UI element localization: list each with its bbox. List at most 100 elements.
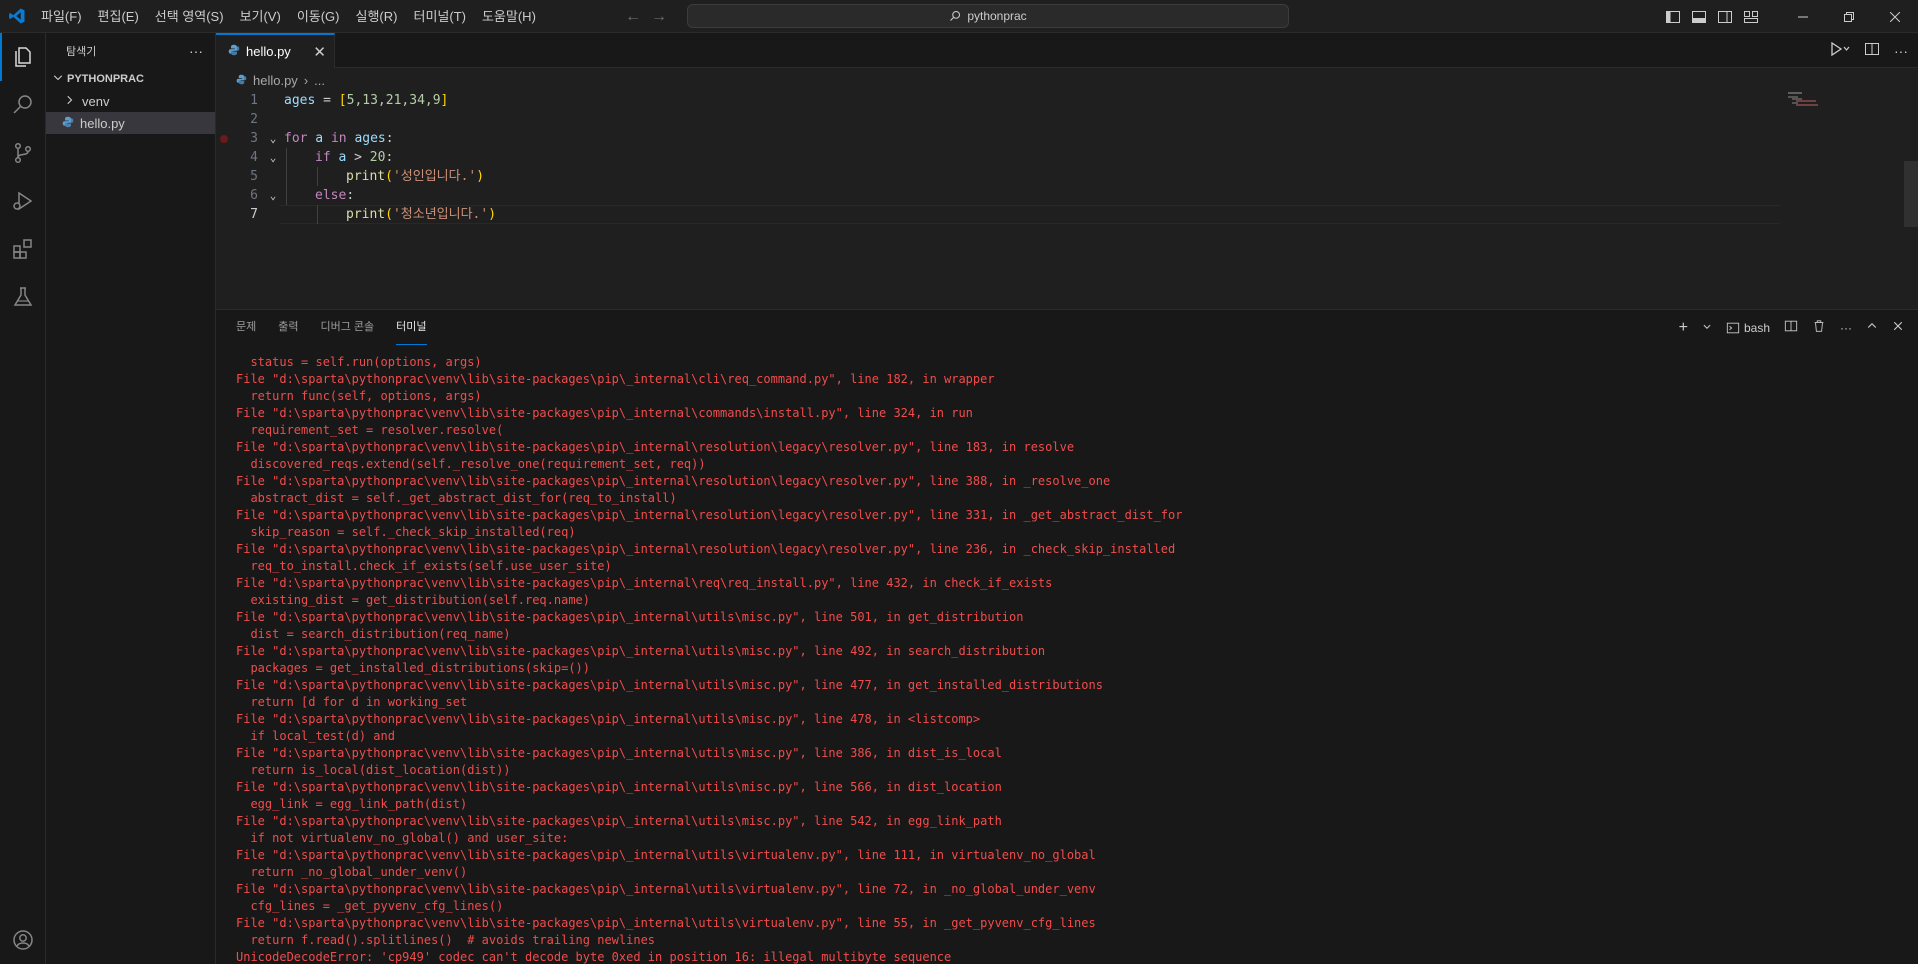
code-line: 3 ⌄ for a in ages: — [216, 129, 1786, 148]
python-file-icon — [62, 116, 74, 131]
tree-item-hello-py[interactable]: hello.py — [46, 112, 215, 134]
terminal-line: discovered_reqs.extend(self._resolve_one… — [236, 457, 706, 471]
close-window-icon[interactable] — [1872, 0, 1918, 33]
terminal-line: File "d:\sparta\pythonprac\venv\lib\site… — [236, 644, 1046, 658]
source-control-icon[interactable] — [0, 129, 46, 177]
more-actions-icon[interactable]: ··· — [1840, 321, 1852, 335]
fold-chevron-icon[interactable]: ⌄ — [266, 129, 280, 148]
account-icon[interactable] — [0, 916, 46, 964]
split-terminal-icon[interactable] — [1784, 319, 1798, 336]
code-editor[interactable]: 1 ages = [5,13,21,34,9] 2 3 ⌄ for a in a… — [216, 91, 1918, 309]
code-line: 2 — [216, 110, 1786, 129]
terminal-line: File "d:\sparta\pythonprac\venv\lib\site… — [236, 746, 1002, 760]
menu-view[interactable]: 보기(V) — [232, 0, 289, 33]
tab-terminal[interactable]: 터미널 — [396, 310, 427, 345]
terminal-line: req_to_install.check_if_exists(self.use_… — [236, 559, 612, 573]
sidebar-header: 탐색기 ··· — [46, 33, 215, 68]
terminal-line: File "d:\sparta\pythonprac\venv\lib\site… — [236, 916, 1096, 930]
customize-layout-icon[interactable] — [1742, 8, 1760, 26]
close-panel-icon[interactable] — [1892, 320, 1904, 335]
toggle-panel-icon[interactable] — [1690, 8, 1708, 26]
close-tab-icon[interactable]: ✕ — [313, 43, 326, 61]
chevron-down-icon — [52, 72, 64, 87]
line-number: 2 — [250, 112, 258, 127]
fold-chevron-icon[interactable]: ⌄ — [266, 186, 280, 205]
terminal-output[interactable]: status = self.run(options, args) File "d:… — [236, 354, 1886, 964]
code-text: ages = [5,13,21,34,9] — [284, 93, 449, 108]
new-terminal-icon[interactable]: + — [1679, 319, 1688, 337]
tree-item-label: hello.py — [80, 115, 125, 131]
split-editor-icon[interactable] — [1864, 41, 1880, 60]
nav-arrows: ← → — [625, 0, 667, 33]
breadcrumb-file[interactable]: hello.py — [253, 73, 298, 88]
terminal-icon — [1726, 322, 1740, 333]
extensions-icon[interactable] — [0, 225, 46, 273]
terminal-line: File "d:\sparta\pythonprac\venv\lib\site… — [236, 712, 981, 726]
code-text: for a in ages: — [284, 131, 394, 146]
code-text: print('성인입니다.') — [346, 169, 485, 184]
code-line: 7 print('청소년입니다.') — [216, 205, 1786, 224]
chevron-right-icon — [64, 94, 76, 109]
tree-item-venv[interactable]: venv — [46, 90, 215, 112]
line-number: 1 — [250, 93, 258, 108]
breadcrumb-symbol[interactable]: ... — [314, 73, 325, 88]
code-line: 6 ⌄ else: — [216, 186, 1786, 205]
maximize-panel-icon[interactable] — [1866, 320, 1878, 335]
run-python-file-icon[interactable] — [1830, 41, 1850, 59]
explorer-icon[interactable] — [0, 33, 46, 81]
menu-go[interactable]: 이동(G) — [289, 0, 348, 33]
workspace-section-header[interactable]: PYTHONPRAC — [46, 68, 215, 90]
terminal-line: return func(self, options, args) — [236, 389, 482, 403]
minimize-icon[interactable] — [1780, 0, 1826, 33]
terminal-line: return is_local(dist_location(dist)) — [236, 763, 511, 777]
tree-item-label: venv — [82, 93, 110, 109]
terminal-line: File "d:\sparta\pythonprac\venv\lib\site… — [236, 780, 1002, 794]
search-view-icon[interactable] — [0, 81, 46, 129]
indent-guide — [317, 205, 318, 224]
python-file-icon — [236, 73, 247, 88]
line-number: 5 — [250, 169, 258, 184]
fold-chevron-icon[interactable]: ⌄ — [266, 148, 280, 167]
tab-debug-console[interactable]: 디버그 콘솔 — [321, 310, 375, 345]
layout-controls — [1664, 8, 1760, 26]
editor-actions: ··· — [1830, 33, 1908, 68]
menu-terminal[interactable]: 터미널(T) — [405, 0, 473, 33]
sidebar-title: 탐색기 — [66, 45, 97, 58]
terminal-line: File "d:\sparta\pythonprac\venv\lib\site… — [236, 372, 995, 386]
terminal-line: File "d:\sparta\pythonprac\venv\lib\site… — [236, 678, 1103, 692]
forward-arrow-icon[interactable]: → — [651, 8, 667, 26]
tab-problems[interactable]: 문제 — [236, 310, 256, 345]
menu-bar: 파일(F) 편집(E) 선택 영역(S) 보기(V) 이동(G) 실행(R) 터… — [33, 0, 544, 33]
more-actions-icon[interactable]: ··· — [189, 43, 203, 59]
tab-hello-py[interactable]: hello.py ✕ — [216, 33, 335, 68]
toggle-secondary-sidebar-icon[interactable] — [1716, 8, 1734, 26]
menu-file[interactable]: 파일(F) — [33, 0, 90, 33]
terminal-line: if not virtualenv_no_global() and user_s… — [236, 831, 569, 845]
tab-output[interactable]: 출력 — [278, 310, 298, 345]
menu-edit[interactable]: 편집(E) — [90, 0, 147, 33]
trash-icon[interactable] — [1812, 319, 1826, 336]
breadcrumb: hello.py › ... — [216, 69, 1918, 91]
terminal-line: File "d:\sparta\pythonprac\venv\lib\site… — [236, 440, 1075, 454]
more-actions-icon[interactable]: ··· — [1894, 43, 1908, 59]
terminal-line: return [d for d in working_set — [236, 695, 468, 709]
testing-flask-icon[interactable] — [0, 273, 46, 321]
menu-selection[interactable]: 선택 영역(S) — [147, 0, 232, 33]
back-arrow-icon[interactable]: ← — [625, 8, 641, 26]
editor-scrollbar[interactable] — [1904, 161, 1918, 227]
menu-help[interactable]: 도움말(H) — [474, 0, 544, 33]
chevron-down-icon[interactable] — [1702, 321, 1712, 335]
minimap[interactable] — [1788, 91, 1828, 111]
terminal-line: File "d:\sparta\pythonprac\venv\lib\site… — [236, 474, 1111, 488]
terminal-line: File "d:\sparta\pythonprac\venv\lib\site… — [236, 814, 1002, 828]
tab-label: hello.py — [246, 44, 291, 59]
terminal-line: File "d:\sparta\pythonprac\venv\lib\site… — [236, 406, 973, 420]
terminal-shell[interactable]: bash — [1726, 321, 1770, 335]
terminal-line: File "d:\sparta\pythonprac\venv\lib\site… — [236, 508, 1183, 522]
restore-icon[interactable] — [1826, 0, 1872, 33]
command-center[interactable]: pythonprac — [687, 4, 1289, 28]
menu-run[interactable]: 실행(R) — [348, 0, 406, 33]
code-line: 5 print('성인입니다.') — [216, 167, 1786, 186]
run-debug-icon[interactable] — [0, 177, 46, 225]
toggle-sidebar-icon[interactable] — [1664, 8, 1682, 26]
